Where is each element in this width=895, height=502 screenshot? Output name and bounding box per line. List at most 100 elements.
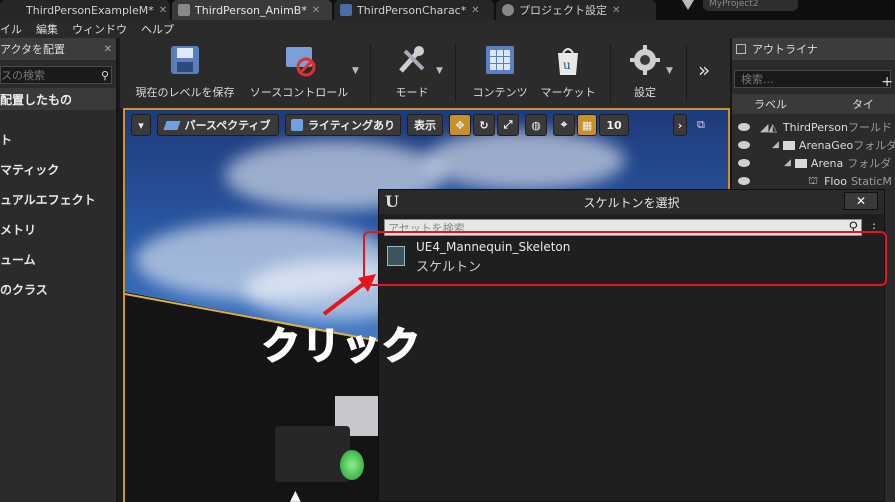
- divider: [686, 44, 687, 102]
- viewport-toolbar: ▾ パースペクティブ ライティングあり 表示 ✥ ↻ ⤢ ◍ ⌖ ▦ 10 › …: [125, 114, 728, 136]
- highlight-box: [363, 231, 887, 286]
- tab-character[interactable]: ThirdPersonCharac* ✕: [334, 0, 494, 20]
- column-type[interactable]: タイ: [852, 96, 874, 112]
- panel-header: アクタを配置 ✕: [0, 38, 116, 60]
- close-icon[interactable]: ✕: [312, 5, 320, 16]
- add-icon[interactable]: +: [881, 74, 893, 90]
- category-item[interactable]: ュアルエフェクト: [0, 184, 116, 214]
- marketplace-bag-icon: u: [551, 42, 585, 78]
- content-label: コンテンツ: [472, 86, 528, 99]
- outliner-title: アウトライナ: [752, 43, 818, 56]
- ue-logo-icon: [682, 0, 694, 10]
- expand-arrow-icon[interactable]: ◢: [772, 140, 779, 150]
- tab-project-settings[interactable]: プロジェクト設定 ✕: [496, 0, 656, 20]
- close-icon[interactable]: ✕: [471, 5, 479, 16]
- menu-help[interactable]: ヘルプ: [141, 21, 174, 37]
- outliner-row[interactable]: ⛫ Floo StaticM: [732, 172, 895, 190]
- actor-search-field[interactable]: スの検索 ⚲: [0, 66, 112, 84]
- panel-title: アクタを配置: [0, 43, 66, 56]
- chevron-down-icon[interactable]: ▼: [436, 66, 443, 76]
- menu-window[interactable]: ウィンドウ: [72, 21, 127, 37]
- main-toolbar: 現在のレベルを保存 ソースコントロール ▼ モード ▼ コンテンツ u マーケッ…: [120, 38, 730, 108]
- translate-tool-icon[interactable]: ✥: [449, 114, 471, 136]
- scale-tool-icon[interactable]: ⤢: [497, 114, 519, 136]
- tab-bar: ThirdPersonExampleM* ✕ ThirdPerson_AnimB…: [0, 0, 895, 20]
- dialog-title: スケルトンを選択: [583, 195, 680, 210]
- surface-snap-icon[interactable]: ⌖: [553, 114, 575, 136]
- visibility-eye-icon[interactable]: [738, 177, 750, 185]
- unreal-logo-icon: U: [385, 192, 399, 211]
- settings-label: 設定: [634, 86, 656, 99]
- lighting-button[interactable]: ライティングあり: [285, 114, 401, 136]
- settings-button[interactable]: 設定: [620, 42, 670, 104]
- rotate-tool-icon[interactable]: ↻: [473, 114, 495, 136]
- divider: [610, 44, 611, 102]
- category-item[interactable]: ューム: [0, 244, 116, 274]
- sky-cloud: [425, 130, 625, 190]
- close-icon[interactable]: ✕: [104, 44, 112, 55]
- perspective-button[interactable]: パースペクティブ: [157, 114, 279, 136]
- toolbar-overflow-button[interactable]: »: [698, 58, 710, 82]
- divider: [370, 44, 371, 102]
- column-label[interactable]: ラベル: [754, 96, 844, 112]
- tab-label: ThirdPerson_AnimB*: [195, 3, 307, 17]
- folder-icon: [794, 158, 807, 168]
- menu-bar: イル 編集 ウィンドウ ヘルプ: [0, 20, 895, 38]
- tab-third-person-map[interactable]: ThirdPersonExampleM* ✕: [0, 0, 170, 20]
- folder-icon: [782, 140, 795, 150]
- tab-label: プロジェクト設定: [519, 4, 607, 17]
- outliner-row[interactable]: ◢ Arena フォルダ: [732, 154, 895, 172]
- category-item[interactable]: メトリ: [0, 214, 116, 244]
- source-control-button[interactable]: ソースコントロール: [244, 42, 354, 104]
- modes-label: モード: [395, 86, 429, 99]
- chevron-down-icon[interactable]: ▼: [666, 66, 673, 76]
- viewport-overflow-icon[interactable]: ›: [673, 114, 687, 136]
- grid-snap-value[interactable]: 10: [599, 114, 629, 136]
- marketplace-button[interactable]: u マーケット: [538, 42, 598, 104]
- outliner-search-input[interactable]: 検索...: [734, 70, 891, 88]
- visibility-eye-icon[interactable]: [738, 159, 750, 167]
- save-level-button[interactable]: 現在のレベルを保存: [130, 42, 240, 104]
- menu-edit[interactable]: 編集: [36, 21, 58, 37]
- world-local-icon[interactable]: ◍: [525, 114, 547, 136]
- visibility-eye-icon[interactable]: [738, 123, 750, 131]
- outliner-scroll-area: [885, 186, 895, 502]
- outliner-row[interactable]: ◢ ArenaGeo フォルダ: [732, 136, 895, 154]
- outliner-header: アウトライナ: [732, 38, 895, 60]
- category-item[interactable]: ト: [0, 124, 116, 154]
- menu-file[interactable]: イル: [0, 21, 22, 37]
- close-icon[interactable]: ✕: [612, 5, 620, 16]
- grid-snap-icon[interactable]: ▦: [577, 114, 597, 136]
- anim-blueprint-icon: [178, 4, 190, 16]
- static-mesh-icon: ⛫: [808, 173, 819, 187]
- category-placed[interactable]: 配置したもの: [0, 88, 116, 110]
- perspective-icon: [163, 120, 182, 130]
- outliner-row[interactable]: ◢◭ ThirdPerson フールド: [732, 118, 895, 136]
- viewport-options-button[interactable]: ▾: [131, 114, 151, 136]
- character-icon: [340, 4, 352, 16]
- marketplace-label: マーケット: [540, 86, 596, 99]
- visibility-eye-icon[interactable]: [738, 141, 750, 149]
- maximize-icon[interactable]: ⧉: [697, 118, 705, 132]
- category-item[interactable]: のクラス: [0, 274, 116, 304]
- place-actors-panel: アクタを配置 ✕ スの検索 ⚲ 配置したもの ト マティック ュアルエフェクト …: [0, 38, 118, 502]
- source-control-icon: [282, 42, 316, 78]
- show-button[interactable]: 表示: [407, 114, 443, 136]
- close-button[interactable]: ✕: [844, 192, 878, 210]
- chevron-down-icon[interactable]: ▼: [352, 66, 359, 76]
- category-item[interactable]: マティック: [0, 154, 116, 184]
- row-type: フールド: [847, 121, 892, 134]
- tab-label: ThirdPersonCharac*: [357, 3, 467, 17]
- tab-anim-blueprint[interactable]: ThirdPerson_AnimB* ✕: [172, 0, 332, 20]
- row-type: フォルダ: [847, 157, 892, 170]
- close-icon[interactable]: ✕: [159, 5, 167, 16]
- source-control-label: ソースコントロール: [249, 86, 349, 99]
- modes-button[interactable]: モード: [382, 42, 442, 104]
- lit-sphere-icon: [290, 119, 303, 131]
- row-type: フォルダ: [853, 139, 895, 152]
- dialog-titlebar: U スケルトンを選択 ✕: [379, 190, 884, 214]
- expand-arrow-icon[interactable]: ◢: [784, 158, 791, 168]
- content-button[interactable]: コンテンツ: [470, 42, 530, 104]
- divider: [455, 44, 456, 102]
- row-name: Arena: [810, 156, 844, 170]
